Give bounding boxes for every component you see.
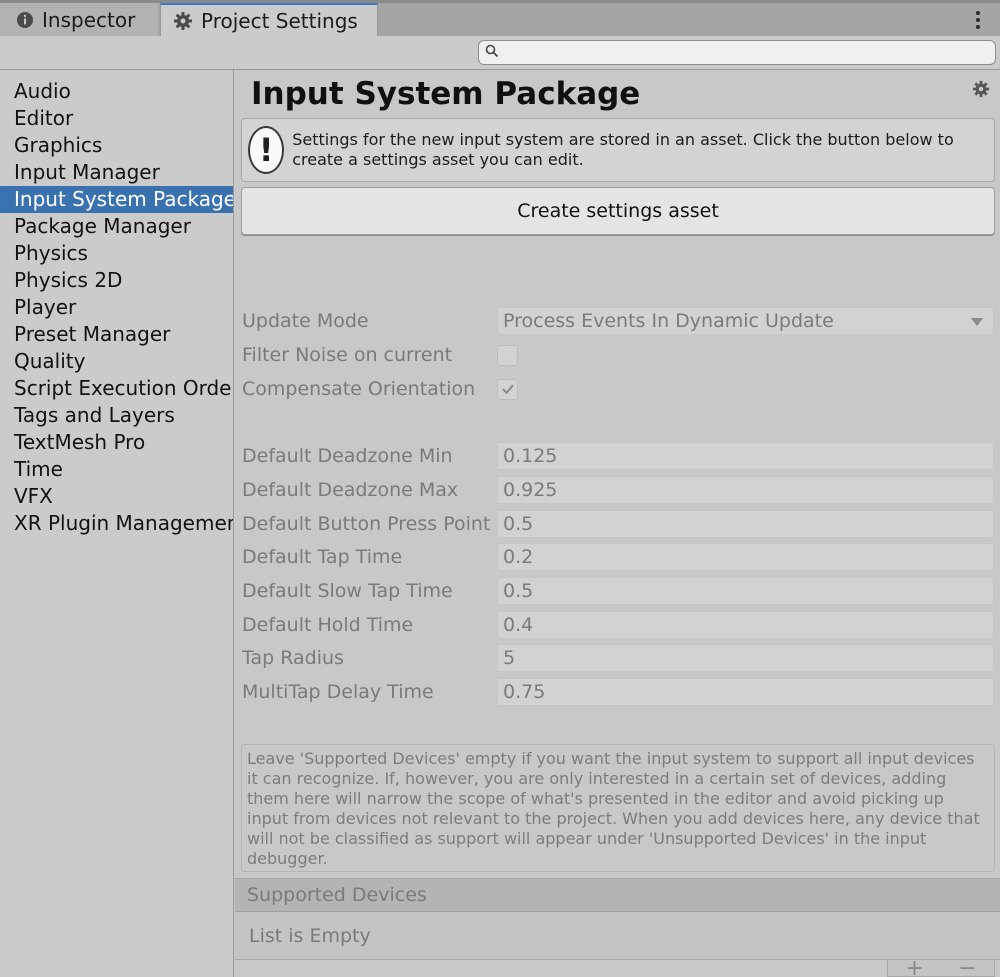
default-hold-time-field[interactable]: 0.4 <box>497 611 994 639</box>
sidebar-item-player[interactable]: Player <box>0 294 233 321</box>
sidebar-item-editor[interactable]: Editor <box>0 105 233 132</box>
default-deadzone-max-field[interactable]: 0.925 <box>497 476 994 504</box>
compensate-orientation-row: Compensate Orientation <box>242 375 994 403</box>
sidebar-item-graphics[interactable]: Graphics <box>0 132 233 159</box>
update-mode-label: Update Mode <box>242 310 369 332</box>
search-input[interactable] <box>503 43 995 62</box>
multitap-delay-time-field[interactable]: 0.75 <box>497 678 994 706</box>
info-icon <box>16 11 34 29</box>
sidebar-item-vfx[interactable]: VFX <box>0 483 233 510</box>
compensate-orientation-label: Compensate Orientation <box>242 378 476 400</box>
sidebar-item-input-system-package[interactable]: Input System Package <box>0 186 233 213</box>
sidebar-item-textmesh-pro[interactable]: TextMesh Pro <box>0 429 233 456</box>
page-title: Input System Package <box>251 76 641 112</box>
search-field[interactable] <box>478 40 996 65</box>
default-deadzone-max-row: Default Deadzone Max 0.925 <box>242 476 994 504</box>
tab-project-settings-label: Project Settings <box>201 8 358 33</box>
field-label: Default Deadzone Max <box>242 479 459 501</box>
filter-noise-row: Filter Noise on current <box>242 341 994 369</box>
default-hold-time-row: Default Hold Time 0.4 <box>242 611 994 639</box>
sidebar-item-preset-manager[interactable]: Preset Manager <box>0 321 233 348</box>
update-mode-value: Process Events In Dynamic Update <box>503 310 834 332</box>
settings-main-panel: Input System Package ! Settings for the … <box>235 70 1000 977</box>
sidebar-item-script-execution-order[interactable]: Script Execution Order <box>0 375 233 402</box>
sidebar-item-physics-2d[interactable]: Physics 2D <box>0 267 233 294</box>
default-slow-tap-time-field[interactable]: 0.5 <box>497 577 994 605</box>
help-text: Settings for the new input system are st… <box>292 130 954 169</box>
field-label: Default Tap Time <box>242 546 403 568</box>
tab-inspector[interactable]: Inspector <box>0 3 158 36</box>
tap-radius-field[interactable]: 5 <box>497 644 994 672</box>
tap-radius-row: Tap Radius 5 <box>242 644 994 672</box>
default-button-press-point-field[interactable]: 0.5 <box>497 510 994 538</box>
default-deadzone-min-field[interactable]: 0.125 <box>497 442 994 470</box>
help-box: ! Settings for the new input system are … <box>241 118 995 182</box>
supported-devices-info: Leave 'Supported Devices' empty if you w… <box>241 744 995 872</box>
field-label: MultiTap Delay Time <box>242 681 434 703</box>
field-label: Default Deadzone Min <box>242 445 453 467</box>
filter-noise-checkbox[interactable] <box>497 344 518 366</box>
list-footer: + − <box>887 960 995 977</box>
default-tap-time-field[interactable]: 0.2 <box>497 543 994 571</box>
supported-devices-header[interactable]: Supported Devices <box>235 878 1000 912</box>
sidebar-item-input-manager[interactable]: Input Manager <box>0 159 233 186</box>
field-label: Default Button Press Point <box>242 513 491 535</box>
create-settings-asset-button[interactable]: Create settings asset <box>241 187 995 235</box>
sidebar-item-physics[interactable]: Physics <box>0 240 233 267</box>
default-tap-time-row: Default Tap Time 0.2 <box>242 543 994 571</box>
tab-project-settings[interactable]: Project Settings <box>160 3 378 36</box>
list-empty-text: List is Empty <box>249 924 371 947</box>
settings-sidebar: Audio Editor Graphics Input Manager Inpu… <box>0 70 234 977</box>
default-deadzone-min-row: Default Deadzone Min 0.125 <box>242 442 994 470</box>
search-icon <box>485 43 499 62</box>
remove-item-button[interactable]: − <box>958 960 976 976</box>
sidebar-item-package-manager[interactable]: Package Manager <box>0 213 233 240</box>
warning-icon: ! <box>248 126 285 174</box>
dropdown-arrow-icon <box>971 318 983 326</box>
supported-devices-list: List is Empty <box>235 912 1000 960</box>
settings-gear-icon[interactable] <box>972 80 990 102</box>
sidebar-item-audio[interactable]: Audio <box>0 78 233 105</box>
window-tab-bar: Inspector Project Settings <box>0 0 1000 36</box>
sidebar-item-xr-plugin-management[interactable]: XR Plugin Management <box>0 510 233 537</box>
compensate-orientation-checkbox[interactable] <box>497 378 518 400</box>
checkmark-icon <box>501 384 514 395</box>
filter-noise-label: Filter Noise on current <box>242 344 453 366</box>
sidebar-item-quality[interactable]: Quality <box>0 348 233 375</box>
field-label: Tap Radius <box>242 647 344 669</box>
multitap-delay-time-row: MultiTap Delay Time 0.75 <box>242 678 994 706</box>
update-mode-row: Update Mode Process Events In Dynamic Up… <box>242 307 994 335</box>
field-label: Default Hold Time <box>242 614 414 636</box>
update-mode-dropdown[interactable]: Process Events In Dynamic Update <box>497 307 994 335</box>
search-bar <box>0 36 1000 70</box>
gear-icon <box>173 11 193 31</box>
kebab-menu-icon[interactable] <box>968 9 988 31</box>
sidebar-item-time[interactable]: Time <box>0 456 233 483</box>
default-slow-tap-time-row: Default Slow Tap Time 0.5 <box>242 577 994 605</box>
field-label: Default Slow Tap Time <box>242 580 453 602</box>
default-button-press-point-row: Default Button Press Point 0.5 <box>242 510 994 538</box>
tab-inspector-label: Inspector <box>42 7 136 32</box>
add-item-button[interactable]: + <box>905 960 923 976</box>
sidebar-item-tags-and-layers[interactable]: Tags and Layers <box>0 402 233 429</box>
